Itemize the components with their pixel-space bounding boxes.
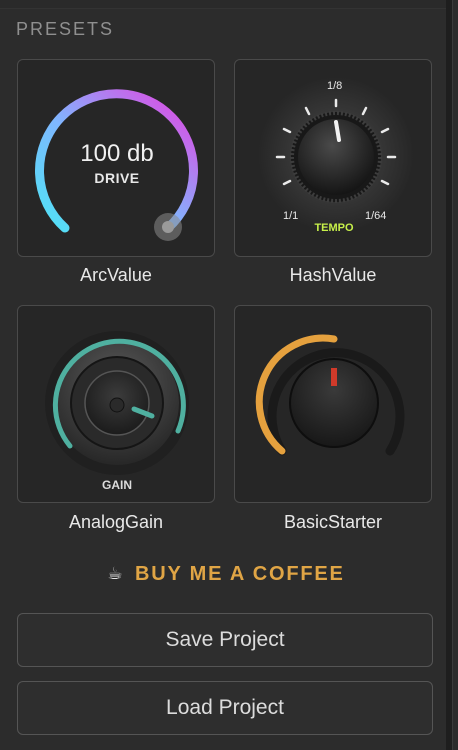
preset-label-hashvalue: HashValue bbox=[289, 265, 377, 285]
starter-knob-graphic bbox=[255, 334, 405, 456]
arc-param-text: DRIVE bbox=[94, 170, 140, 186]
tempo-right-label: 1/64 bbox=[365, 210, 387, 222]
presets-panel: PRESETS 100 db DRIVE ArcValue 1/8 1/1 1/… bbox=[0, 0, 453, 750]
preset-card-basicstarter[interactable] bbox=[234, 305, 432, 503]
section-title: PRESETS bbox=[16, 19, 115, 39]
tempo-top-label: 1/8 bbox=[327, 80, 343, 92]
load-project-button[interactable]: Load Project bbox=[17, 681, 433, 735]
preset-card-arcvalue[interactable]: 100 db DRIVE bbox=[17, 59, 215, 257]
buy-me-a-coffee-link[interactable]: ☕ BUY ME A COFFEE bbox=[0, 563, 452, 586]
gain-knob-graphic bbox=[45, 331, 189, 475]
preset-card-analoggain[interactable]: GAIN bbox=[17, 305, 215, 503]
top-strip bbox=[0, 0, 452, 9]
scrollbar-track[interactable] bbox=[446, 0, 452, 750]
tempo-left-label: 1/1 bbox=[283, 210, 299, 222]
gain-caption: GAIN bbox=[102, 478, 132, 492]
preset-label-arcvalue: ArcValue bbox=[80, 265, 152, 285]
preset-label-basicstarter: BasicStarter bbox=[283, 512, 383, 532]
preset-label-analoggain: AnalogGain bbox=[68, 512, 164, 532]
arc-value-text: 100 db bbox=[80, 140, 154, 167]
buy-me-a-coffee-label: BUY ME A COFFEE bbox=[135, 563, 345, 585]
coffee-cup-icon: ☕ bbox=[107, 564, 123, 583]
preset-card-hashvalue[interactable]: 1/8 1/1 1/64 TEMPO bbox=[234, 59, 432, 257]
save-project-button[interactable]: Save Project bbox=[17, 613, 433, 667]
tempo-caption: TEMPO bbox=[314, 222, 354, 234]
